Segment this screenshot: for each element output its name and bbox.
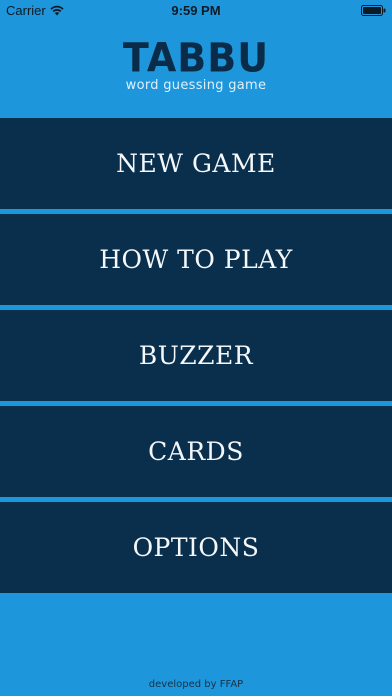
clock: 9:59 PM <box>171 3 221 18</box>
cards-button[interactable]: CARDS <box>0 406 392 497</box>
app-logo: TABBU <box>122 34 270 82</box>
options-button[interactable]: OPTIONS <box>0 502 392 593</box>
status-bar: Carrier 9:59 PM <box>0 0 392 22</box>
how-to-play-button[interactable]: HOW TO PLAY <box>0 214 392 305</box>
header: TABBU word guessing game <box>0 34 392 93</box>
battery-icon <box>361 5 386 16</box>
buzzer-button[interactable]: BUZZER <box>0 310 392 401</box>
main-menu: NEW GAME HOW TO PLAY BUZZER CARDS OPTION… <box>0 118 392 598</box>
new-game-button[interactable]: NEW GAME <box>0 118 392 209</box>
developer-credit: developed by FFAP <box>148 679 244 690</box>
